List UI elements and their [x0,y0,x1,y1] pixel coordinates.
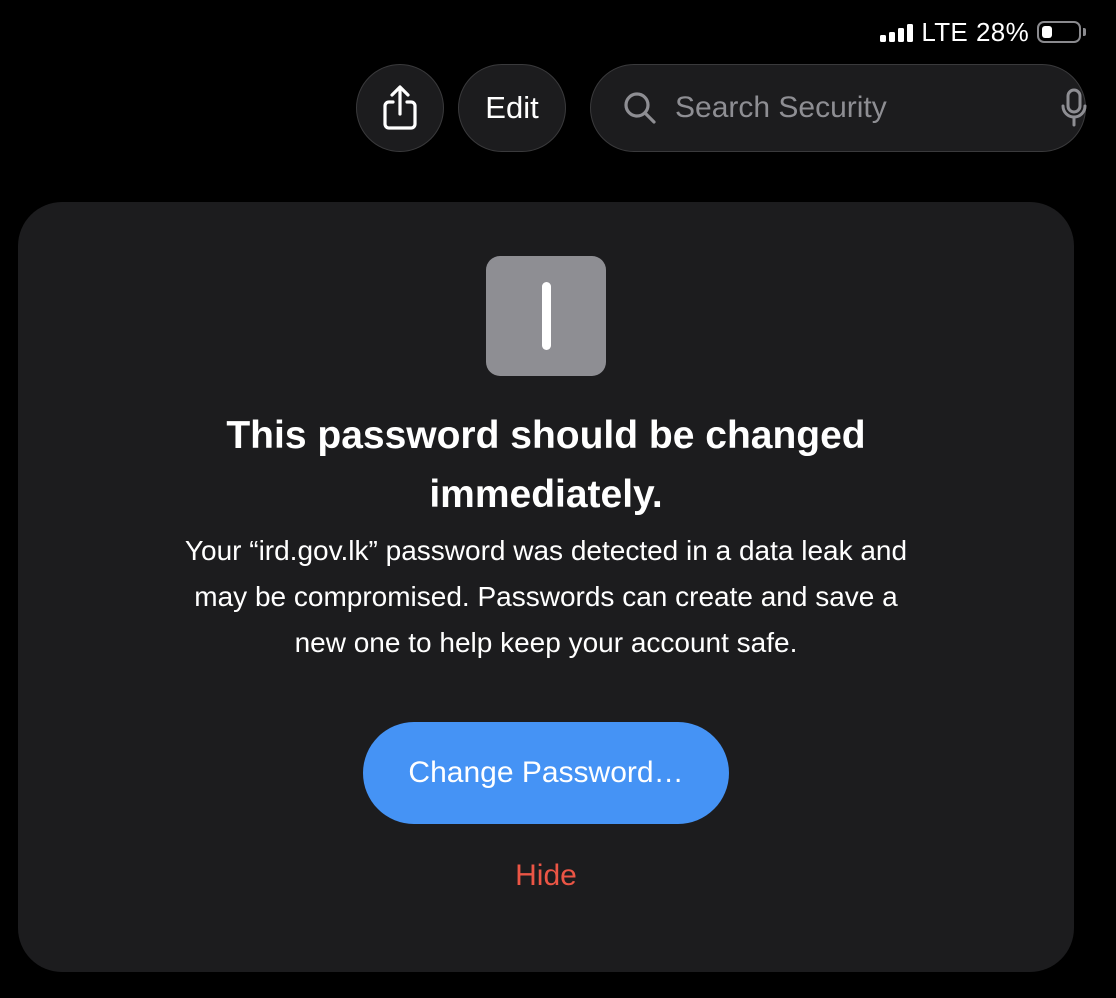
search-icon [623,91,657,125]
compromised-password-card: This password should be changed immediat… [18,202,1074,972]
change-password-button[interactable]: Change Password… [363,722,729,824]
share-button[interactable] [356,64,444,152]
search-field[interactable] [590,64,1087,152]
network-type: LTE [921,17,969,47]
cellular-signal-icon [880,22,914,42]
edit-button[interactable]: Edit [458,64,566,152]
battery-percent: 28% [976,17,1029,47]
card-title: This password should be changed immediat… [226,414,866,516]
key-icon [486,256,606,376]
share-icon [383,85,417,130]
status-bar: LTE 28% [880,16,1086,48]
search-input[interactable] [675,91,1061,125]
card-description: Your “ird.gov.lk” password was detected … [184,535,908,658]
battery-icon [1037,21,1086,43]
toolbar: Edit [356,64,1087,152]
microphone-icon[interactable] [1061,88,1087,128]
hide-button[interactable]: Hide [509,858,583,894]
